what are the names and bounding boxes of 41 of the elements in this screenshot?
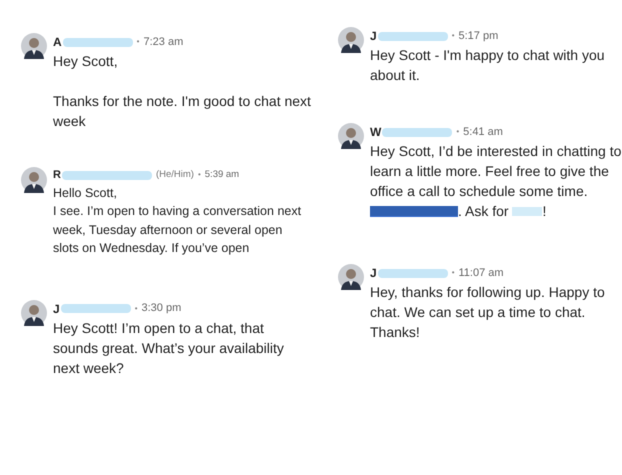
separator-dot: • bbox=[136, 36, 140, 48]
message-text: Hello Scott, bbox=[53, 184, 118, 202]
avatar-icon bbox=[21, 33, 47, 59]
avatar-icon bbox=[21, 167, 47, 193]
message-text: Hey Scott! I’m open to a chat, that sounds great. What’s your availability next week? bbox=[53, 318, 285, 378]
sender-name: J bbox=[370, 28, 377, 45]
sender-name: W bbox=[370, 124, 382, 141]
message-text: Hey Scott - I'm happy to chat with you about it. bbox=[370, 46, 606, 85]
redaction-mark bbox=[382, 128, 452, 136]
message-text: Hey Scott, bbox=[53, 52, 119, 71]
redaction-mark bbox=[60, 304, 131, 313]
separator-dot: • bbox=[452, 267, 454, 279]
redaction-mark bbox=[378, 268, 448, 278]
message-text: Hey Scott, I’d be interested in chatting to learn a little more. Feel free to give the office a call to schedule some time. bbox=[370, 142, 622, 201]
separator-dot: • bbox=[134, 302, 138, 314]
redaction-mark bbox=[512, 206, 542, 216]
message-text: I see. I’m open to having a conversation next week, Tuesday afternoon or several open slots on Wednesday. If you’ve open bbox=[53, 203, 302, 257]
message-text: Hey, thanks for following up. Happy to chat. We can set up a time to chat. Thanks! bbox=[370, 283, 606, 342]
redaction-mark bbox=[62, 38, 133, 46]
separator-dot: • bbox=[452, 30, 454, 42]
sender-name: R bbox=[53, 168, 61, 183]
redaction-mark bbox=[378, 32, 448, 40]
avatar-icon bbox=[338, 264, 364, 290]
sender-name: J bbox=[370, 265, 377, 282]
avatar-icon bbox=[338, 27, 364, 53]
timestamp: 5:39 am bbox=[204, 168, 240, 182]
avatar-icon bbox=[338, 123, 364, 149]
timestamp: 11:07 am bbox=[458, 266, 504, 281]
message-text: Thanks for the note. I'm good to chat next week bbox=[53, 92, 311, 131]
message-text: ! bbox=[542, 202, 546, 221]
sender-name: A bbox=[53, 34, 62, 51]
timestamp: 7:23 am bbox=[143, 34, 184, 50]
separator-dot: • bbox=[456, 126, 460, 138]
sender-name: J bbox=[53, 300, 60, 318]
avatar-icon bbox=[21, 300, 47, 326]
message-text: . Ask for bbox=[458, 202, 510, 221]
pronouns: (He/Him) bbox=[156, 168, 194, 182]
timestamp: 5:17 pm bbox=[458, 28, 498, 44]
timestamp: 3:30 pm bbox=[142, 301, 182, 316]
separator-dot: • bbox=[198, 169, 201, 182]
timestamp: 5:41 am bbox=[463, 124, 503, 140]
